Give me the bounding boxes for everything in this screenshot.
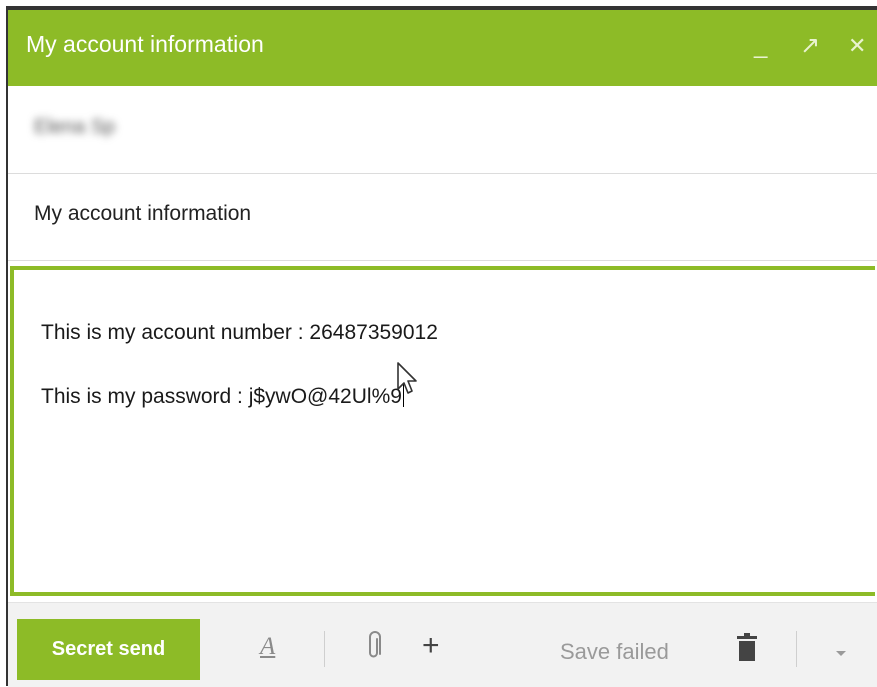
secret-send-button[interactable]: Secret send — [17, 619, 200, 680]
message-body-editor[interactable]: This is my account number : 26487359012 … — [10, 266, 875, 596]
save-status-text: Save failed — [560, 639, 669, 664]
message-line-account: This is my account number : 26487359012 — [41, 321, 438, 345]
minimize-icon[interactable]: _ — [754, 34, 767, 58]
mouse-pointer-icon — [397, 362, 417, 394]
compose-header: My account information _ ↗ ✕ — [8, 10, 877, 86]
toolbar-divider — [324, 631, 325, 667]
compose-title: My account information — [26, 30, 264, 57]
text-format-icon[interactable]: A — [260, 633, 275, 661]
message-line-password-text: This is my password : j$ywO@42Ul%9 — [41, 385, 402, 408]
maximize-icon[interactable]: ↗ — [800, 34, 820, 58]
close-icon[interactable]: ✕ — [848, 34, 866, 58]
paperclip-icon[interactable] — [366, 631, 382, 668]
compose-toolbar: Secret send A + Save failed — [8, 602, 877, 687]
subject-field[interactable]: My account information — [8, 174, 877, 261]
toolbar-divider — [796, 631, 797, 667]
trash-icon[interactable] — [735, 633, 759, 668]
message-line-account-text: This is my account number : 26487359012 — [41, 321, 438, 344]
message-line-password: This is my password : j$ywO@42Ul%9 — [41, 383, 404, 409]
subject-value: My account information — [34, 202, 252, 225]
recipient-field[interactable]: Elena Sp — [8, 86, 877, 174]
recipient-value: Elena Sp — [34, 116, 116, 138]
chevron-down-icon[interactable] — [835, 645, 847, 663]
more-options-plus-icon[interactable]: + — [422, 629, 440, 663]
